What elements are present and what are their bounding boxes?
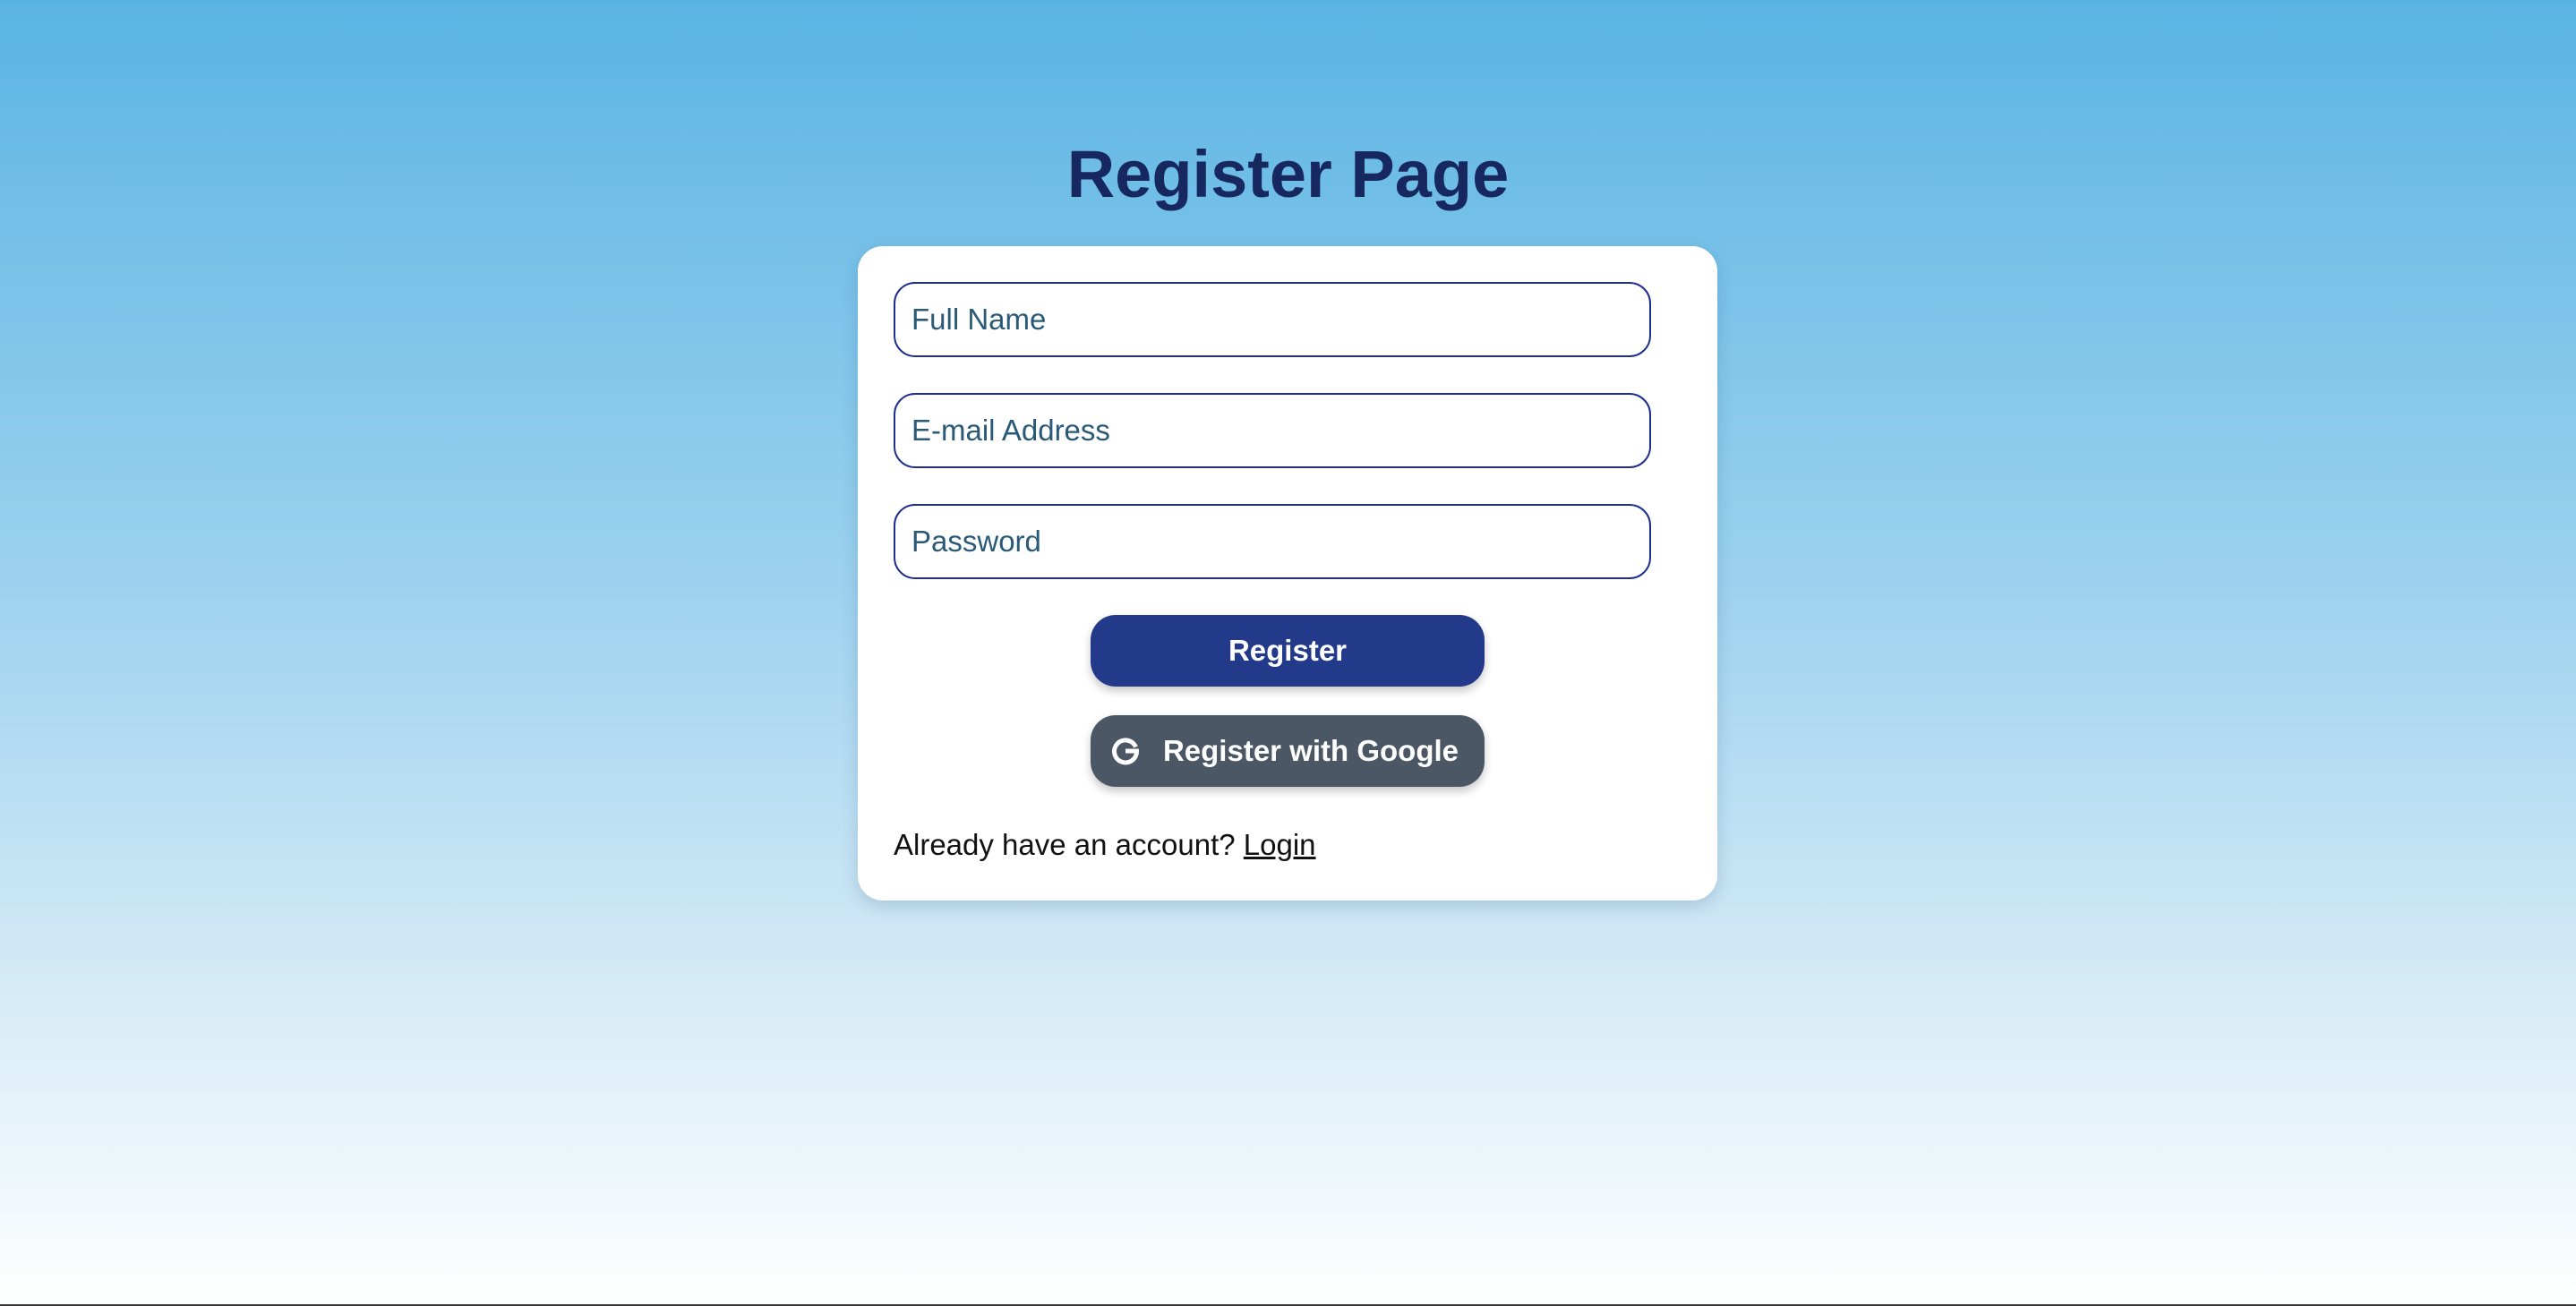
login-link[interactable]: Login [1244,828,1316,861]
full-name-input[interactable] [894,282,1651,357]
register-with-google-label: Register with Google [1162,734,1459,767]
login-prompt-text: Already have an account? [894,828,1236,861]
page-title: Register Page [1066,137,1510,211]
register-card: Register Register with Google Already ha… [858,246,1717,901]
login-prompt: Already have an account? Login [894,823,1316,867]
register-button-label: Register [1228,634,1348,667]
register-button[interactable]: Register [1091,615,1485,687]
email-input[interactable] [894,393,1651,468]
password-input[interactable] [894,504,1651,579]
register-with-google-button[interactable]: Register with Google [1091,715,1485,787]
google-g-icon [1109,735,1142,767]
